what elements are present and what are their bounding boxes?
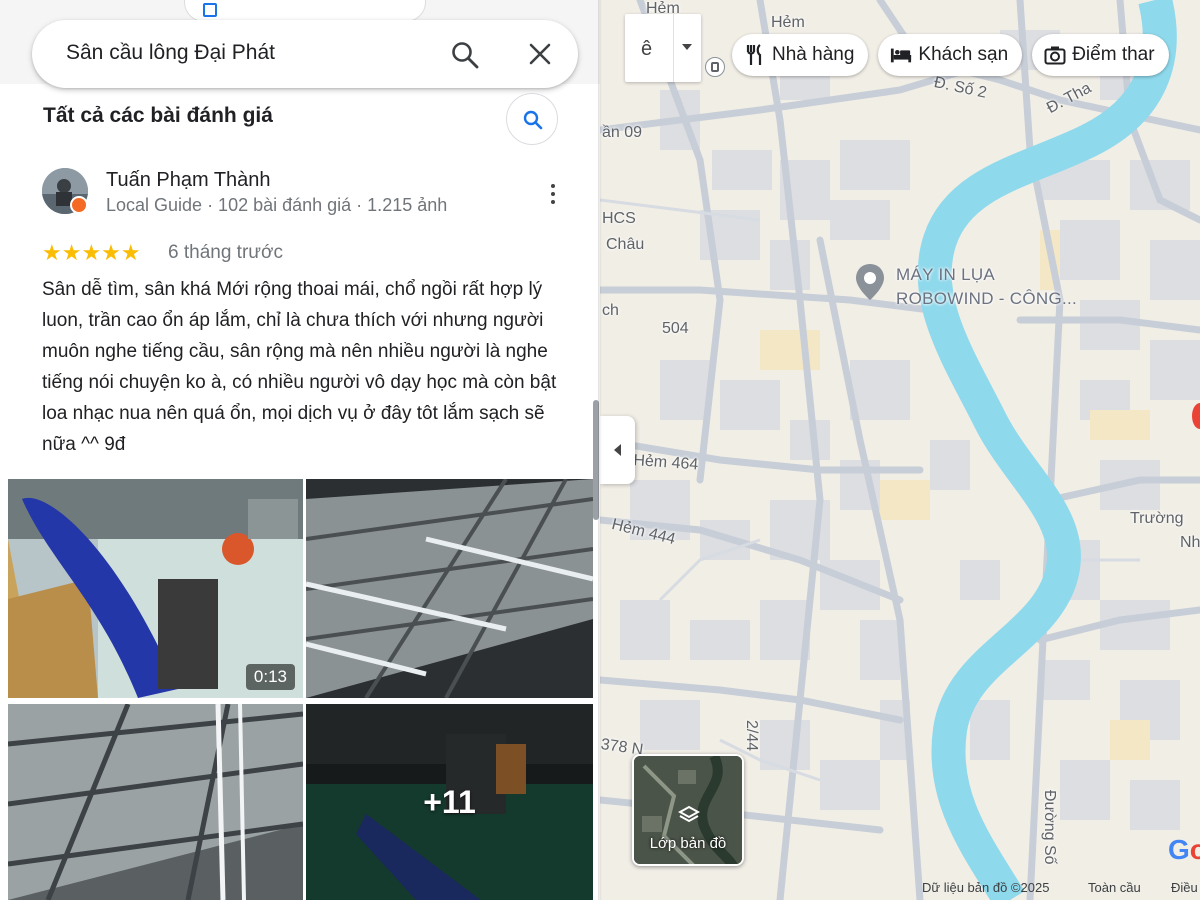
place-label-line1: MÁY IN LỤA [896, 265, 996, 284]
place-pin-icon[interactable] [852, 262, 888, 302]
search-box [32, 20, 578, 88]
chip-attractions[interactable]: Điểm thar [1032, 34, 1169, 76]
search-input[interactable] [66, 36, 446, 70]
chip-label: Nhà hàng [772, 44, 855, 65]
map-label: Nh [1180, 534, 1200, 551]
map-data-attribution[interactable]: Dữ liệu bản đồ ©2025 [922, 880, 1049, 895]
rating-stars: ★★★★★ [42, 240, 141, 265]
map-label: Trường [1130, 510, 1184, 527]
chip-hotels[interactable]: Khách sạn [878, 34, 1023, 76]
map-label: Đường Số [1041, 790, 1058, 865]
review-photo[interactable] [306, 479, 593, 698]
reviewer-name[interactable]: Tuấn Phạm Thành [106, 169, 271, 192]
reviews-section-title: Tất cả các bài đánh giá [43, 104, 273, 127]
review-photo[interactable] [8, 704, 303, 900]
map-label: 504 [662, 320, 689, 337]
calendar-icon [203, 3, 217, 17]
google-logo: Go [1168, 834, 1200, 866]
local-guide-badge-icon [70, 196, 88, 214]
chip-restaurants[interactable]: Nhà hàng [732, 34, 869, 76]
transit-station-icon[interactable] [705, 57, 725, 77]
review-video-thumbnail[interactable]: 0:13 [8, 479, 303, 698]
collapse-panel-button[interactable] [600, 416, 635, 484]
divider [673, 14, 674, 82]
search-reviews-button[interactable] [506, 93, 558, 145]
input-tools-button[interactable]: ê [625, 14, 701, 82]
chip-label: Điểm thar [1072, 44, 1155, 65]
review-text: Sân dễ tìm, sân khá Mới rộng thoai mái, … [42, 279, 557, 455]
terms-link[interactable]: Điều [1171, 880, 1198, 895]
chip-label: Khách sạn [918, 44, 1009, 65]
review-photo-more[interactable]: +11 [306, 704, 593, 900]
map-label: Hẻm [771, 14, 805, 31]
map-label: Châu [606, 236, 645, 253]
video-duration: 0:13 [245, 664, 295, 690]
place-panel: Tất cả các bài đánh giá Tuấn Phạm Thành … [0, 0, 600, 900]
camera-icon [1044, 44, 1066, 66]
restaurant-icon [744, 44, 766, 66]
chevron-down-icon[interactable] [682, 44, 692, 50]
search-icon[interactable] [450, 40, 480, 70]
map-label: HCS [602, 210, 636, 227]
reviewer-meta: Local Guide · 102 bài đánh giá · 1.215 ả… [106, 195, 448, 215]
map-scale-global[interactable]: Toàn cầu [1088, 880, 1141, 895]
map-layers-button[interactable]: Lớp bản đồ [632, 754, 744, 866]
search-icon [523, 110, 543, 130]
map-layers-label: Lớp bản đồ [649, 835, 727, 852]
google-logo-letter: G [1168, 834, 1190, 865]
review-photos: 0:13 +11 [8, 479, 593, 900]
star-rating: ★★★★★ [42, 242, 142, 264]
map-label: 2/44 [743, 720, 760, 752]
input-tools-label: ê [641, 38, 653, 60]
panel-shadow [598, 0, 602, 900]
category-chips: Nhà hàng Khách sạn Điểm thar [732, 34, 1169, 76]
more-photos-count: +11 [423, 784, 476, 820]
layers-icon [678, 805, 700, 823]
hotel-icon [890, 44, 912, 66]
review-date: 6 tháng trước [168, 242, 283, 263]
google-logo-letter: o [1189, 834, 1200, 865]
hidden-tab[interactable] [184, 0, 426, 22]
place-label-line2: ROBOWIND - CÔNG... [896, 289, 1078, 308]
close-icon[interactable] [526, 40, 554, 68]
more-options-button[interactable] [540, 180, 566, 208]
chevron-left-icon [614, 444, 621, 456]
map-footer: Dữ liệu bản đồ ©2025 Toàn cầu Điều [600, 876, 1200, 900]
map-label: ch [602, 302, 619, 319]
place-label[interactable]: MÁY IN LỤA ROBOWIND - CÔNG... [896, 263, 1077, 311]
map-label: ần 09 [602, 124, 643, 141]
